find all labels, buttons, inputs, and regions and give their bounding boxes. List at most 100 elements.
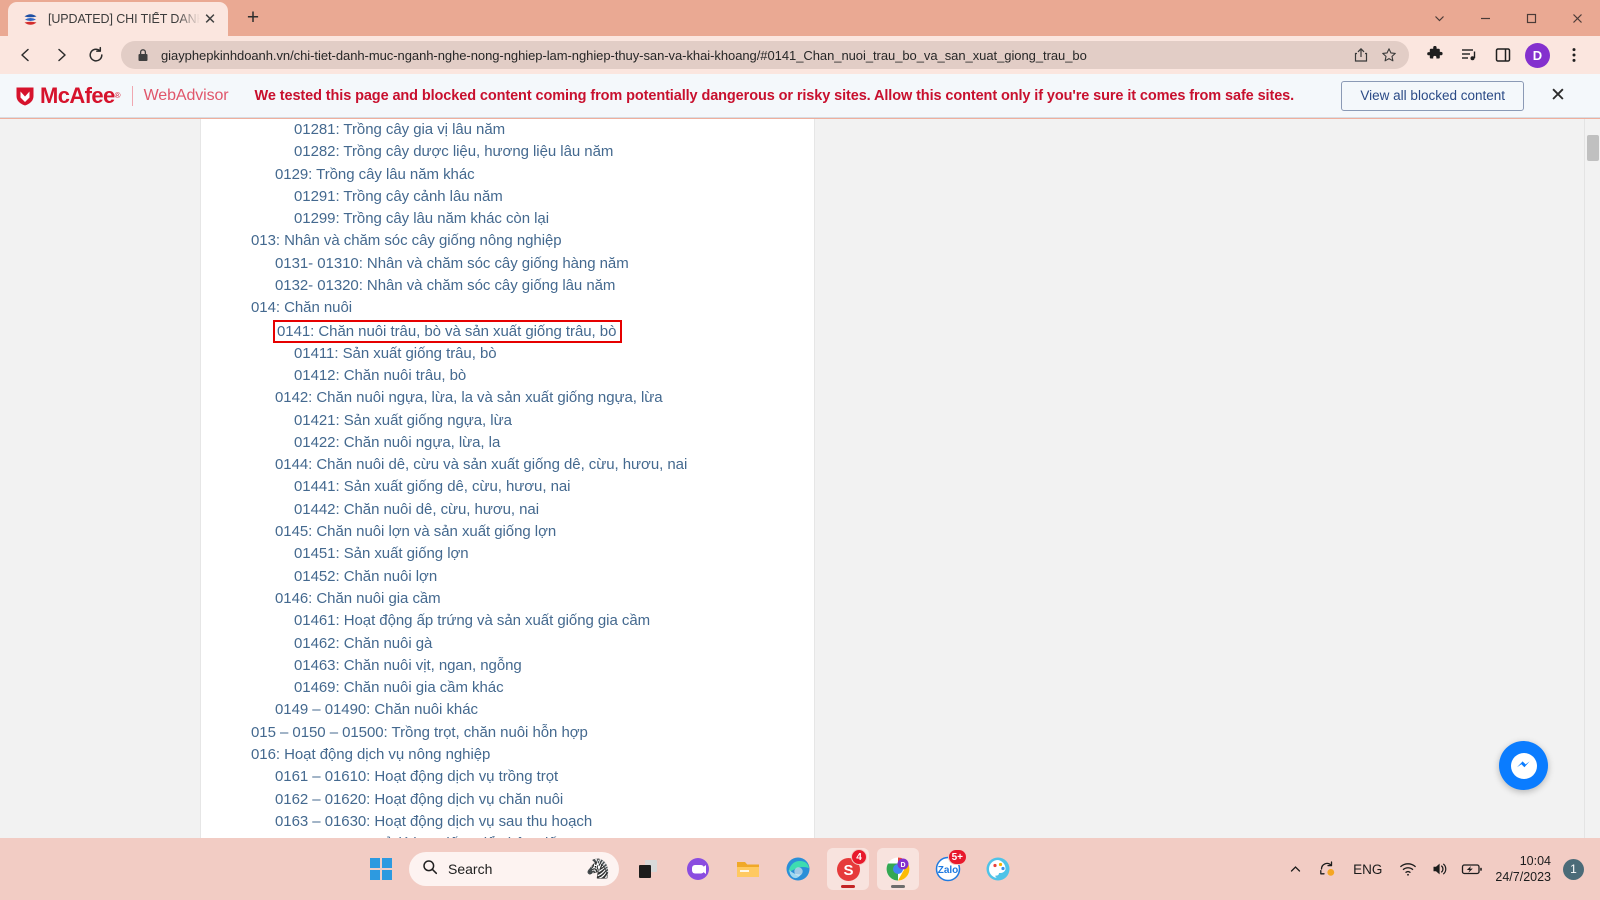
page-scrollbar[interactable] [1584, 119, 1600, 838]
search-input[interactable]: Search 🦓 [409, 852, 619, 886]
task-view-icon[interactable] [627, 848, 669, 890]
list-item[interactable]: 014: Chăn nuôi [201, 297, 814, 319]
list-item[interactable]: 0162 – 01620: Hoạt động dịch vụ chăn nuô… [201, 789, 814, 811]
sync-icon[interactable] [1312, 849, 1342, 889]
svg-text:S: S [843, 862, 853, 879]
list-item[interactable]: 01441: Sản xuất giống dê, cừu, hươu, nai [201, 476, 814, 498]
copilot-icon[interactable] [677, 848, 719, 890]
list-item[interactable]: 01411: Sản xuất giống trâu, bò [201, 343, 814, 365]
puzzle-piece-icon[interactable] [1419, 39, 1451, 71]
close-icon[interactable] [1554, 0, 1600, 36]
minimize-icon[interactable] [1462, 0, 1508, 36]
maximize-icon[interactable] [1508, 0, 1554, 36]
industry-code-list: 01281: Trồng cây gia vị lâu năm 01282: Tr… [201, 119, 814, 838]
tab-strip: [UPDATED] CHI TIẾT DANH MỤC ✕ + [0, 0, 1600, 36]
window-controls [1416, 0, 1600, 36]
list-item[interactable]: 01442: Chăn nuôi dê, cừu, hươu, nai [201, 499, 814, 521]
list-item[interactable]: 01463: Chăn nuôi vịt, ngan, ngỗng [201, 655, 814, 677]
list-item[interactable]: 01469: Chăn nuôi gia cầm khác [201, 677, 814, 699]
list-item[interactable]: 0142: Chăn nuôi ngựa, lừa, la và sản xuấ… [201, 387, 814, 409]
mcafee-shield-icon [16, 87, 34, 105]
list-item[interactable]: 013: Nhân và chăm sóc cây giống nông ngh… [201, 230, 814, 252]
list-item[interactable]: 0144: Chăn nuôi dê, cừu và sản xuất giốn… [201, 454, 814, 476]
view-all-blocked-content-button[interactable]: View all blocked content [1341, 80, 1524, 111]
list-item[interactable]: 01281: Trồng cây gia vị lâu năm [201, 119, 814, 141]
edge-icon[interactable] [777, 848, 819, 890]
list-item[interactable]: 0146: Chăn nuôi gia cầm [201, 588, 814, 610]
tab-title: [UPDATED] CHI TIẾT DANH MỤC [48, 12, 200, 26]
address-bar[interactable]: giayphepkinhdoanh.vn/chi-tiet-danh-muc-n… [121, 41, 1409, 69]
media-control-icon[interactable] [1453, 39, 1485, 71]
new-tab-button[interactable]: + [238, 3, 268, 33]
chrome-icon[interactable]: D [877, 848, 919, 890]
running-indicator [891, 885, 905, 888]
language-indicator[interactable]: ENG [1344, 862, 1391, 877]
speaker-icon[interactable] [1425, 849, 1455, 889]
chevron-up-icon[interactable] [1280, 849, 1310, 889]
browser-window: [UPDATED] CHI TIẾT DANH MỤC ✕ + [0, 0, 1600, 838]
search-placeholder: Search [448, 861, 493, 877]
list-item[interactable]: 01421: Sản xuất giống ngựa, lừa [201, 410, 814, 432]
banner-close-icon[interactable]: ✕ [1546, 84, 1570, 108]
list-item[interactable]: 0149 – 01490: Chăn nuôi khác [201, 699, 814, 721]
svg-text:Zalo: Zalo [938, 865, 959, 876]
list-item[interactable]: 01422: Chăn nuôi ngựa, lừa, la [201, 432, 814, 454]
star-icon[interactable] [1375, 41, 1403, 69]
browser-tab[interactable]: [UPDATED] CHI TIẾT DANH MỤC ✕ [8, 2, 228, 36]
list-item[interactable]: 0131- 01310: Nhân và chăm sóc cây giống … [201, 253, 814, 275]
list-item[interactable]: 01291: Trồng cây cảnh lâu năm [201, 186, 814, 208]
profile-avatar[interactable]: D [1525, 42, 1550, 68]
three-dot-menu-icon[interactable] [1558, 39, 1590, 71]
share-icon[interactable] [1347, 41, 1375, 69]
list-item[interactable]: 01412: Chăn nuôi trâu, bò [201, 365, 814, 387]
page-viewport: 01281: Trồng cây gia vị lâu năm 01282: Tr… [0, 119, 1600, 838]
divider [131, 85, 133, 106]
list-item[interactable]: 01282: Trồng cây dược liệu, hương liệu l… [201, 141, 814, 163]
zebra-icon: 🦓 [586, 859, 610, 880]
zalo-icon[interactable]: Zalo 5+ [927, 848, 969, 890]
windows-taskbar: Search 🦓 S 4 D Zalo 5+ ENG 10:04 24/7/20… [0, 838, 1600, 900]
side-panel-icon[interactable] [1487, 39, 1519, 71]
list-item[interactable]: 0145: Chăn nuôi lợn và sản xuất giống lợ… [201, 521, 814, 543]
taskbar-center-group: Search 🦓 S 4 D Zalo 5+ [361, 848, 1019, 890]
list-item[interactable]: 01451: Sản xuất giống lợn [201, 543, 814, 565]
scrollbar-thumb[interactable] [1587, 135, 1599, 161]
browser-toolbar: giayphepkinhdoanh.vn/chi-tiet-danh-muc-n… [0, 36, 1600, 74]
list-item[interactable]: 0161 – 01610: Hoạt động dịch vụ trồng tr… [201, 766, 814, 788]
paint-icon[interactable] [977, 848, 1019, 890]
mcafee-logo: McAfee ® WebAdvisor [14, 83, 229, 109]
windows-start-icon[interactable] [361, 849, 401, 889]
skype-icon[interactable]: S 4 [827, 848, 869, 890]
clock[interactable]: 10:04 24/7/2023 [1489, 853, 1561, 885]
battery-charging-icon[interactable] [1457, 849, 1487, 889]
list-item[interactable]: 0132- 01320: Nhân và chăm sóc cây giống … [201, 275, 814, 297]
highlighted-list-item[interactable]: 0141: Chăn nuôi trâu, bò và sản xuất giố… [273, 319, 623, 343]
webadvisor-text: WebAdvisor [143, 86, 229, 104]
messenger-icon[interactable] [1499, 741, 1548, 790]
mcafee-warning-message: We tested this page and blocked content … [254, 87, 1295, 104]
list-item[interactable]: 01462: Chăn nuôi gà [201, 633, 814, 655]
forward-arrow-icon[interactable] [45, 39, 77, 71]
list-item[interactable]: 0163 – 01630: Hoạt động dịch vụ sau thu … [201, 811, 814, 833]
list-item[interactable]: 0129: Trồng cây lâu năm khác [201, 164, 814, 186]
list-item[interactable]: 01299: Trồng cây lâu năm khác còn lại [201, 208, 814, 230]
tab-close-icon[interactable]: ✕ [200, 9, 220, 29]
site-logo-icon [22, 11, 39, 28]
tab-search-chevron-down-icon[interactable] [1416, 0, 1462, 36]
lock-icon [135, 47, 151, 63]
back-arrow-icon[interactable] [10, 39, 42, 71]
svg-text:D: D [900, 862, 905, 869]
wifi-icon[interactable] [1393, 849, 1423, 889]
mcafee-trademark: ® [114, 91, 121, 100]
notification-badge[interactable]: 1 [1563, 858, 1584, 880]
mcafee-brand-text: McAfee [40, 82, 115, 108]
list-item-wrapper: 0141: Chăn nuôi trâu, bò và sản xuất giố… [201, 319, 814, 343]
list-item[interactable]: 01461: Hoạt động ấp trứng và sản xuất gi… [201, 610, 814, 632]
list-item[interactable]: 015 – 0150 – 01500: Trồng trọt, chăn nuô… [201, 722, 814, 744]
clock-date: 24/7/2023 [1495, 870, 1551, 884]
list-item[interactable]: 01452: Chăn nuôi lợn [201, 566, 814, 588]
reload-icon[interactable] [80, 39, 112, 71]
mcafee-webadvisor-banner: McAfee ® WebAdvisor We tested this page … [0, 74, 1600, 118]
folder-icon[interactable] [727, 848, 769, 890]
list-item[interactable]: 016: Hoạt động dịch vụ nông nghiệp [201, 744, 814, 766]
